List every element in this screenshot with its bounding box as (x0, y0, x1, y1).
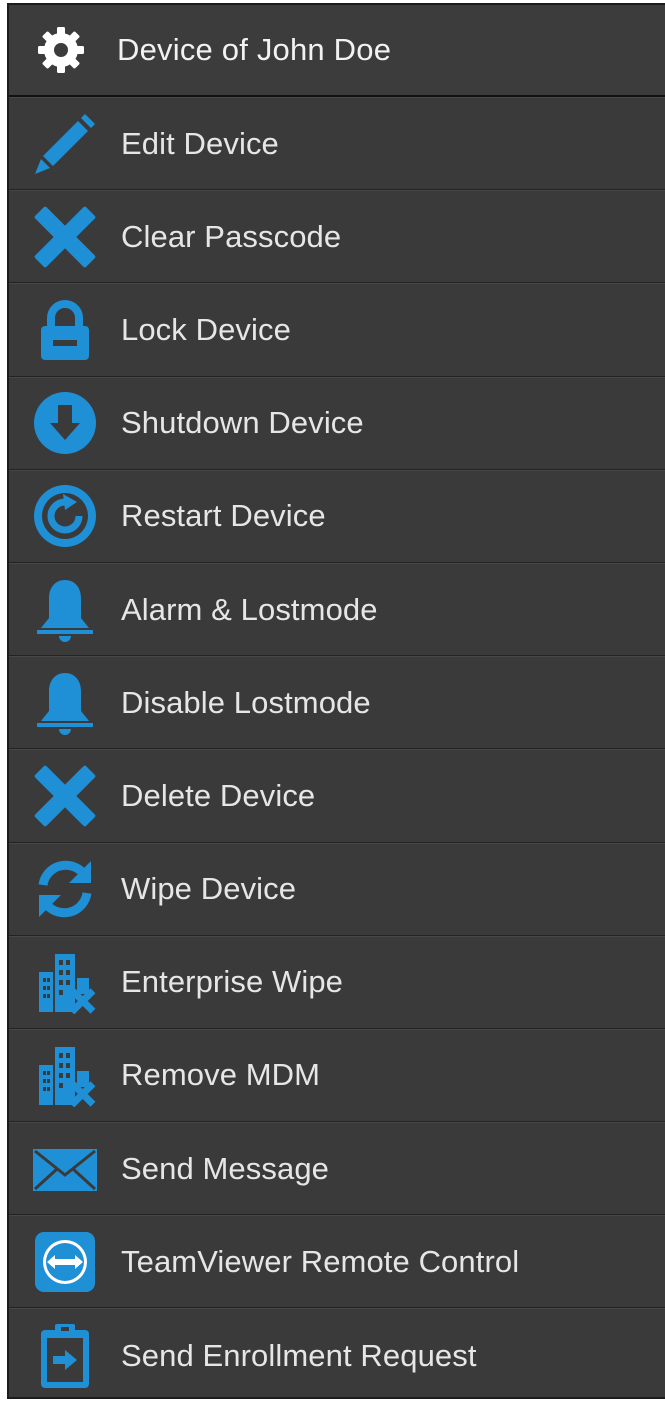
menu-item-label: Disable Lostmode (121, 684, 371, 720)
device-actions-menu: Device of John Doe Edit Device Clear Pas… (7, 3, 665, 1399)
menu-item-lock-device[interactable]: Lock Device (9, 283, 665, 377)
menu-item-teamviewer-remote-control[interactable]: TeamViewer Remote Control (9, 1215, 665, 1309)
menu-item-label: Alarm & Lostmode (121, 591, 378, 627)
device-title: Device of John Doe (117, 32, 392, 67)
menu-header: Device of John Doe (9, 5, 665, 97)
clipboard-icon (31, 1322, 99, 1390)
menu-item-label: Edit Device (121, 125, 279, 161)
bell-icon (31, 576, 99, 644)
menu-item-delete-device[interactable]: Delete Device (9, 749, 665, 843)
menu-item-label: Remove MDM (121, 1057, 321, 1093)
menu-item-label: Delete Device (121, 777, 316, 813)
menu-item-disable-lostmode[interactable]: Disable Lostmode (9, 656, 665, 750)
refresh-icon (31, 855, 99, 923)
menu-item-shutdown-device[interactable]: Shutdown Device (9, 376, 665, 470)
menu-item-label: Send Enrollment Request (121, 1337, 477, 1373)
menu-item-enterprise-wipe[interactable]: Enterprise Wipe (9, 935, 665, 1029)
gear-icon (31, 20, 91, 80)
menu-item-edit-device[interactable]: Edit Device (9, 97, 665, 191)
menu-item-send-enrollment-request[interactable]: Send Enrollment Request (9, 1308, 665, 1401)
x-icon (31, 762, 99, 830)
pencil-icon (31, 110, 99, 178)
envelope-icon (31, 1135, 99, 1203)
restart-icon (31, 482, 99, 550)
building-x-icon (31, 1041, 99, 1109)
arrow-down-circle-icon (31, 389, 99, 457)
menu-item-wipe-device[interactable]: Wipe Device (9, 842, 665, 936)
menu-item-label: Shutdown Device (121, 405, 364, 441)
menu-item-label: Send Message (121, 1150, 329, 1186)
menu-item-alarm-lostmode[interactable]: Alarm & Lostmode (9, 562, 665, 657)
menu-item-remove-mdm[interactable]: Remove MDM (9, 1028, 665, 1123)
x-icon (31, 203, 99, 271)
menu-item-restart-device[interactable]: Restart Device (9, 469, 665, 563)
menu-item-label: Enterprise Wipe (121, 964, 344, 1000)
lock-icon (31, 296, 99, 364)
bell-icon (31, 669, 99, 737)
teamviewer-icon (31, 1228, 99, 1296)
menu-item-label: Wipe Device (121, 871, 297, 907)
menu-item-label: Lock Device (121, 311, 291, 347)
menu-item-send-message[interactable]: Send Message (9, 1122, 665, 1216)
menu-item-label: TeamViewer Remote Control (121, 1243, 520, 1279)
menu-item-clear-passcode[interactable]: Clear Passcode (9, 190, 665, 284)
menu-item-label: Restart Device (121, 498, 326, 534)
menu-item-label: Clear Passcode (121, 218, 342, 254)
building-x-icon (31, 948, 99, 1016)
